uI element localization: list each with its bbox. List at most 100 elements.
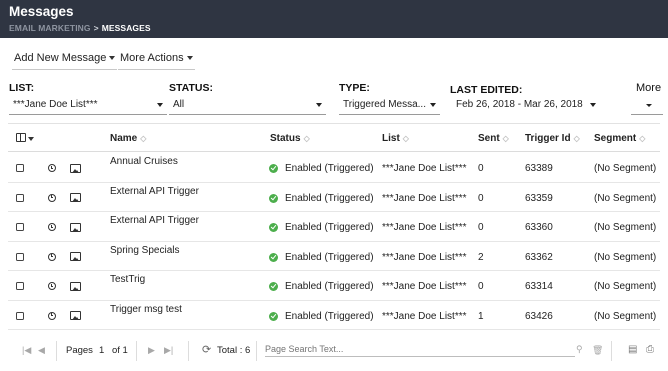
divider	[256, 341, 257, 361]
list-filter-select[interactable]: ***Jane Doe List***	[9, 95, 167, 115]
message-name[interactable]: TestTrig	[110, 274, 145, 285]
trigger-id: 63389	[525, 163, 553, 174]
search-icon[interactable]: ⚲	[576, 344, 583, 355]
check-circle-icon	[269, 311, 278, 321]
message-name[interactable]: Annual Cruises	[110, 156, 178, 167]
list-name: ***Jane Doe List***	[382, 251, 467, 263]
chevron-down-icon[interactable]	[28, 137, 34, 141]
clock-icon[interactable]	[48, 223, 56, 231]
column-header-sent[interactable]: Sent ◇	[478, 133, 509, 144]
message-name[interactable]: Trigger msg test	[110, 304, 182, 315]
image-icon[interactable]	[70, 281, 81, 291]
column-header-name[interactable]: Name ◇	[110, 133, 146, 144]
trigger-id: 63359	[525, 192, 553, 204]
status-filter-label: STATUS:	[169, 82, 213, 94]
table-row[interactable]: TestTrig Enabled (Triggered) ***Jane Doe L…	[8, 271, 660, 301]
more-actions-button[interactable]: More Actions	[118, 52, 195, 70]
row-checkbox[interactable]	[16, 282, 24, 290]
column-header-segment[interactable]: Segment ◇	[594, 133, 645, 144]
next-page-icon[interactable]: ▶	[148, 345, 155, 356]
sent-count: 2	[478, 251, 484, 263]
type-filter-select[interactable]: Triggered Messa...	[339, 95, 440, 115]
status-text: Enabled (Triggered)	[285, 281, 374, 292]
check-circle-icon	[269, 223, 278, 232]
page-count: of 1	[112, 345, 128, 356]
sort-icon: ◇	[502, 134, 509, 143]
export-excel-icon[interactable]: ▤	[628, 344, 637, 355]
image-icon[interactable]	[70, 252, 81, 261]
row-checkbox[interactable]	[16, 252, 24, 261]
sent-count: 0	[478, 163, 484, 174]
message-name[interactable]: Spring Specials	[110, 245, 179, 256]
clock-icon[interactable]	[48, 311, 56, 320]
image-icon[interactable]	[70, 163, 81, 173]
message-name[interactable]: External API Trigger	[110, 215, 199, 226]
segment-value: (No Segment)	[594, 192, 657, 204]
segment-value: (No Segment)	[594, 251, 657, 263]
add-new-message-button[interactable]: Add New Message	[12, 52, 118, 70]
row-checkbox[interactable]	[16, 223, 24, 231]
add-new-message-label: Add New Message	[14, 52, 107, 64]
status-text: Enabled (Triggered)	[285, 163, 374, 174]
sent-count: 1	[478, 310, 484, 322]
last-page-icon[interactable]: ▶|	[164, 345, 173, 356]
breadcrumb: EMAIL MARKETING > MESSAGES	[9, 23, 151, 33]
more-filters-label: More	[636, 82, 662, 94]
trigger-id: 63314	[525, 281, 553, 292]
table-row[interactable]: External API Trigger Enabled (Triggered) *…	[8, 183, 660, 212]
clock-icon[interactable]	[48, 282, 56, 290]
list-name: ***Jane Doe List***	[382, 310, 467, 322]
dropdown-arrow-icon	[430, 103, 436, 107]
divider	[136, 341, 137, 361]
chevron-down-icon	[109, 56, 116, 61]
segment-value: (No Segment)	[594, 222, 657, 233]
refresh-icon[interactable]: ⟳	[202, 343, 211, 356]
clock-icon[interactable]	[48, 252, 56, 261]
last-edited-value: Feb 26, 2018 - Mar 26, 2018	[456, 99, 583, 110]
status-filter-select[interactable]: All	[169, 95, 326, 115]
row-checkbox[interactable]	[16, 164, 24, 172]
check-circle-icon	[269, 282, 278, 291]
status-text: Enabled (Triggered)	[285, 251, 374, 263]
last-edited-date-range[interactable]: Feb 26, 2018 - Mar 26, 2018	[450, 95, 600, 115]
table-row[interactable]: External API Trigger Enabled (Triggered) *…	[8, 212, 660, 242]
current-page-value[interactable]: 1	[99, 345, 104, 356]
column-header-list[interactable]: List ◇	[382, 133, 409, 144]
breadcrumb-email-marketing[interactable]: EMAIL MARKETING	[9, 23, 91, 33]
status-text: Enabled (Triggered)	[285, 192, 374, 204]
trigger-id: 63426	[525, 310, 553, 322]
message-name[interactable]: External API Trigger	[110, 186, 199, 197]
image-icon[interactable]	[70, 222, 81, 232]
list-name: ***Jane Doe List***	[382, 192, 467, 204]
image-icon[interactable]	[70, 311, 81, 320]
row-checkbox[interactable]	[16, 193, 24, 202]
page-title: Messages	[9, 4, 74, 19]
trigger-id: 63362	[525, 251, 553, 263]
clock-icon[interactable]	[48, 164, 56, 172]
sort-icon: ◇	[303, 134, 310, 143]
clear-search-icon[interactable]: 🗑	[592, 345, 603, 356]
column-header-status[interactable]: Status ◇	[270, 133, 310, 144]
trigger-id: 63360	[525, 222, 553, 233]
table-row[interactable]: Spring Specials Enabled (Triggered) ***Jan…	[8, 242, 660, 271]
segment-value: (No Segment)	[594, 310, 657, 322]
row-checkbox[interactable]	[16, 311, 24, 320]
list-name: ***Jane Doe List***	[382, 163, 467, 174]
previous-page-icon[interactable]: ◀	[38, 345, 45, 356]
sort-icon: ◇	[140, 134, 147, 143]
page-search-input[interactable]	[265, 344, 575, 357]
column-header-trigger-id[interactable]: Trigger Id ◇	[525, 133, 580, 144]
list-name: ***Jane Doe List***	[382, 281, 467, 292]
image-icon[interactable]	[70, 193, 81, 202]
table-row[interactable]: Annual Cruises Enabled (Triggered) ***Jane…	[8, 153, 660, 183]
clock-icon[interactable]	[48, 193, 56, 202]
print-icon[interactable]: ⎙	[646, 344, 654, 355]
table-header: Name ◇ Status ◇ List ◇ Sent ◇ Trigger Id ◇ Se…	[8, 123, 660, 152]
first-page-icon[interactable]: |◀	[22, 345, 31, 356]
sort-icon: ◇	[573, 134, 580, 143]
list-name: ***Jane Doe List***	[382, 222, 467, 233]
table-row[interactable]: Trigger msg test Enabled (Triggered) ***Ja…	[8, 301, 660, 330]
more-filters-select[interactable]	[631, 95, 663, 115]
column-chooser-icon[interactable]	[16, 133, 26, 142]
list-filter-label: LIST:	[9, 82, 35, 94]
